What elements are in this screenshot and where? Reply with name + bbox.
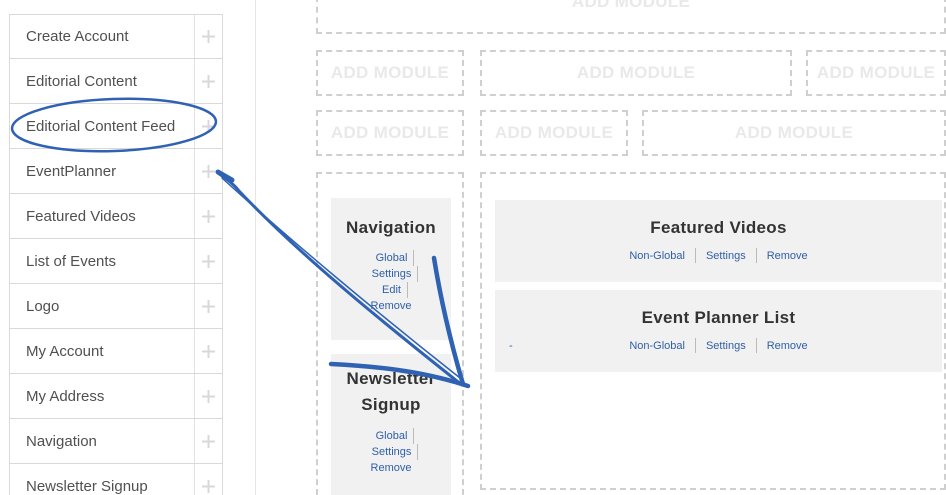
remove-link[interactable]: Remove [371,460,412,476]
module-title: Event Planner List [641,308,796,327]
remove-link[interactable]: Remove [371,298,412,314]
link-separator [694,248,696,263]
add-module-label: ADD MODULE [734,123,854,142]
link-separator [694,338,696,353]
link-separator [755,338,757,353]
add-module-zone[interactable]: ADD MODULE [480,50,792,96]
navigation-module: Navigation Global Settings Edit Remove [331,198,451,340]
module-title-line: Newsletter [346,369,436,388]
add-module-label: ADD MODULE [330,63,450,82]
settings-link[interactable]: Settings [706,340,746,352]
sidebar-item-eventplanner[interactable]: EventPlanner [9,149,223,194]
sidebar-item-label: My Address [26,387,105,405]
drag-move-icon[interactable] [194,419,222,463]
global-link[interactable]: Global [376,428,415,444]
sidebar-item-label: Editorial Content Feed [26,117,176,135]
add-module-zone[interactable]: ADD MODULE [316,50,464,96]
drag-move-icon[interactable] [194,149,222,193]
sidebar-item-label: Featured Videos [26,207,136,225]
drag-move-icon[interactable] [194,104,222,148]
link-separator [755,248,757,263]
remove-link[interactable]: Remove [767,340,808,352]
edit-link[interactable]: Edit [382,282,408,298]
sidebar-item-label: Logo [26,297,60,315]
add-module-label: ADD MODULE [571,0,691,11]
settings-link[interactable]: Settings [372,444,419,460]
add-module-zone[interactable]: ADD MODULE [480,110,628,156]
drag-move-icon[interactable] [194,284,222,328]
drag-move-icon[interactable] [194,329,222,373]
sidebar-item-featured-videos[interactable]: Featured Videos [9,194,223,239]
sidebar-item-label: Newsletter Signup [26,477,148,495]
sidebar-item-create-account[interactable]: Create Account [9,14,223,59]
global-link[interactable]: Global [376,250,415,266]
add-module-zone[interactable]: ADD MODULE [642,110,946,156]
drag-move-icon[interactable] [194,15,222,58]
settings-link[interactable]: Settings [706,250,746,262]
add-module-zone-top[interactable]: ADD MODULE [316,0,946,34]
module-title: Featured Videos [650,218,787,237]
sidebar-item-my-account[interactable]: My Account [9,329,223,374]
add-module-label: ADD MODULE [816,63,936,82]
sidebar-item-editorial-content-feed[interactable]: Editorial Content Feed [9,104,223,149]
add-module-zone[interactable]: ADD MODULE [806,50,946,96]
drag-move-icon[interactable] [194,464,222,495]
sidebar-item-label: My Account [26,342,104,360]
module-title: Navigation [346,218,436,237]
newsletter-signup-module: Newsletter Signup Global Settings Remove [331,354,451,495]
module-title: Newsletter Signup [331,366,451,418]
sidebar-item-my-address[interactable]: My Address [9,374,223,419]
add-module-label: ADD MODULE [330,123,450,142]
non-global-link[interactable]: Non-Global [629,340,685,352]
event-planner-list-module: Event Planner List - Non-Global Settings… [495,290,942,372]
drag-move-icon[interactable] [194,239,222,283]
sidebar-item-label: Navigation [26,432,97,450]
sidebar-item-label: Create Account [26,28,129,45]
column-divider [255,0,256,495]
settings-link[interactable]: Settings [372,266,419,282]
drag-move-icon[interactable] [194,194,222,238]
sidebar-item-label: List of Events [26,252,117,270]
remove-link[interactable]: Remove [767,250,808,262]
sidebar-item-navigation[interactable]: Navigation [9,419,223,464]
sidebar-item-label: Editorial Content [26,72,137,90]
module-list-sidebar: Create Account Editorial Content Editori… [9,14,223,495]
add-module-label: ADD MODULE [494,123,614,142]
sidebar-item-label: EventPlanner [26,162,117,180]
sidebar-item-logo[interactable]: Logo [9,284,223,329]
sidebar-item-list-of-events[interactable]: List of Events [9,239,223,284]
featured-videos-module: Featured Videos Non-Global Settings Remo… [495,200,942,282]
sidebar-item-editorial-content[interactable]: Editorial Content [9,59,223,104]
add-module-zone[interactable]: ADD MODULE [316,110,464,156]
status-dot: - [509,339,513,352]
add-module-label: ADD MODULE [576,63,696,82]
non-global-link[interactable]: Non-Global [629,250,685,262]
module-title-line: Signup [361,395,421,414]
drag-move-icon[interactable] [194,59,222,103]
sidebar-item-newsletter-signup[interactable]: Newsletter Signup [9,464,223,495]
drag-move-icon[interactable] [194,374,222,418]
